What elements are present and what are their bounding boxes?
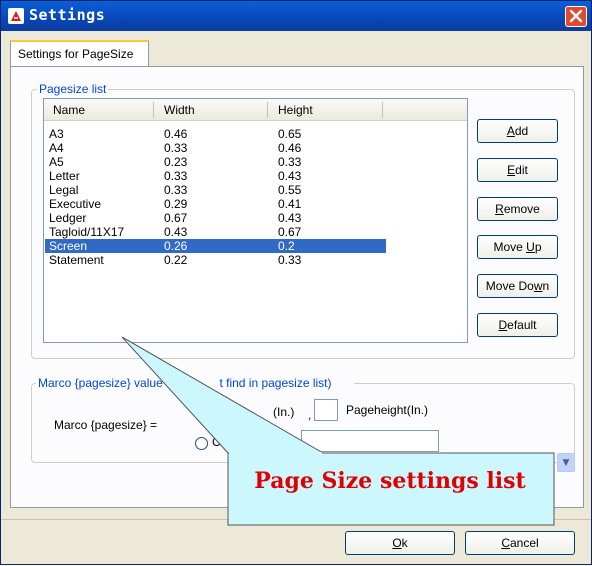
callout-label: Page Size settings list <box>254 468 526 494</box>
settings-dialog: Settings Settings for PageSize Pagesize … <box>0 0 592 565</box>
